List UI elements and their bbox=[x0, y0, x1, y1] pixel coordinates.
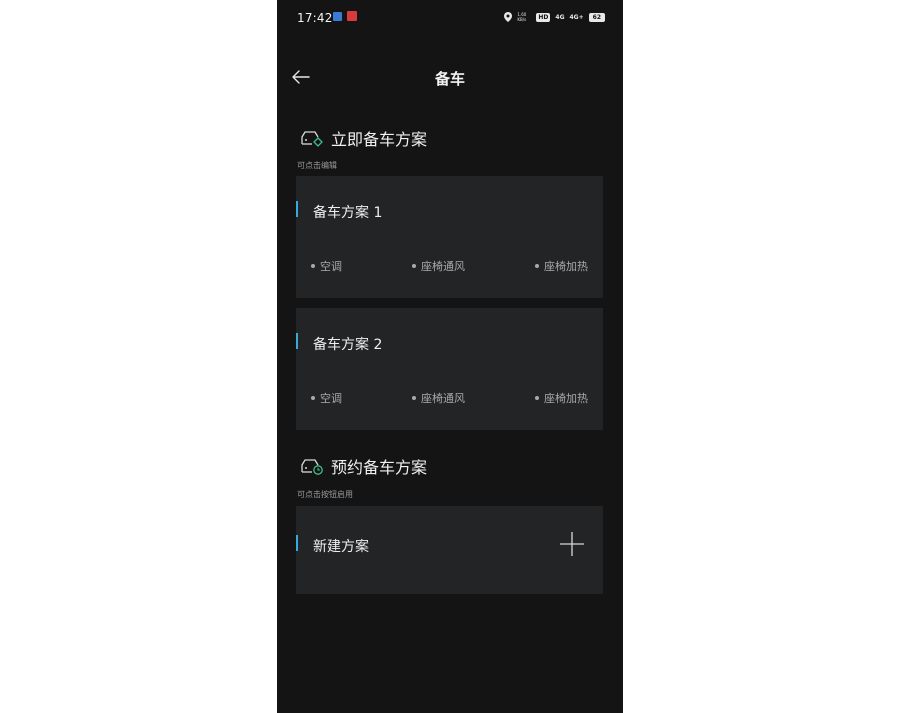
bullet-icon bbox=[311, 264, 315, 268]
card-accent-bar bbox=[296, 535, 298, 551]
car-schedule-icon bbox=[301, 459, 323, 475]
bullet-icon bbox=[412, 264, 416, 268]
feature-item: 座椅加热 bbox=[535, 390, 588, 406]
bullet-icon bbox=[535, 264, 539, 268]
card-accent-bar bbox=[296, 333, 298, 349]
feature-item: 空调 bbox=[311, 258, 342, 274]
phone-screen: 17:42 1.60 KB/s HD 4G 4G+ 62 备车 立即备车方案 可… bbox=[277, 0, 623, 713]
feature-item: 空调 bbox=[311, 390, 342, 406]
status-bar: 17:42 1.60 KB/s HD 4G 4G+ 62 bbox=[277, 0, 623, 38]
new-plan-card[interactable]: 新建方案 bbox=[296, 506, 603, 594]
hd-badge: HD bbox=[536, 12, 551, 22]
scheduled-section-hint: 可点击按钮启用 bbox=[297, 490, 353, 499]
feature-label: 座椅通风 bbox=[421, 260, 465, 273]
car-ready-icon bbox=[301, 131, 323, 147]
top-app-bar: 备车 bbox=[277, 60, 623, 96]
instant-section-hint: 可点击编辑 bbox=[297, 161, 337, 170]
new-plan-label: 新建方案 bbox=[313, 539, 369, 555]
feature-label: 座椅加热 bbox=[544, 260, 588, 273]
scheduled-section-header: 预约备车方案 bbox=[299, 454, 427, 478]
feature-item: 座椅通风 bbox=[412, 258, 465, 274]
plan-features: 空调 座椅通风 座椅加热 bbox=[311, 390, 588, 406]
status-time: 17:42 bbox=[297, 11, 333, 25]
notification-app-icon bbox=[347, 11, 357, 21]
mail-app-icon bbox=[333, 12, 342, 21]
feature-label: 空调 bbox=[320, 260, 342, 273]
bullet-icon bbox=[412, 396, 416, 400]
signal-4g-plus: 4G+ bbox=[569, 13, 584, 21]
feature-label: 座椅通风 bbox=[421, 392, 465, 405]
plan-name: 备车方案 2 bbox=[313, 337, 383, 353]
plan-card-1[interactable]: 备车方案 1 空调 座椅通风 座椅加热 bbox=[296, 176, 603, 298]
plan-card-2[interactable]: 备车方案 2 空调 座椅通风 座椅加热 bbox=[296, 308, 603, 430]
feature-label: 空调 bbox=[320, 392, 342, 405]
feature-item: 座椅通风 bbox=[412, 390, 465, 406]
bullet-icon bbox=[535, 396, 539, 400]
battery-icon: 62 bbox=[588, 12, 605, 22]
status-indicators: 1.60 KB/s HD 4G 4G+ 62 bbox=[504, 11, 605, 23]
feature-item: 座椅加热 bbox=[535, 258, 588, 274]
signal-4g: 4G bbox=[555, 13, 565, 21]
location-icon bbox=[504, 12, 513, 22]
instant-section-title: 立即备车方案 bbox=[331, 130, 428, 149]
page-title: 备车 bbox=[434, 70, 465, 88]
card-accent-bar bbox=[296, 201, 298, 217]
net-speed: 1.60 KB/s bbox=[517, 12, 527, 22]
feature-label: 座椅加热 bbox=[544, 392, 588, 405]
plan-features: 空调 座椅通风 座椅加热 bbox=[311, 258, 588, 274]
plan-name: 备车方案 1 bbox=[313, 205, 383, 221]
plus-icon[interactable] bbox=[559, 531, 585, 557]
bullet-icon bbox=[311, 396, 315, 400]
instant-section-header: 立即备车方案 bbox=[299, 126, 427, 150]
scheduled-section-title: 预约备车方案 bbox=[331, 458, 428, 477]
